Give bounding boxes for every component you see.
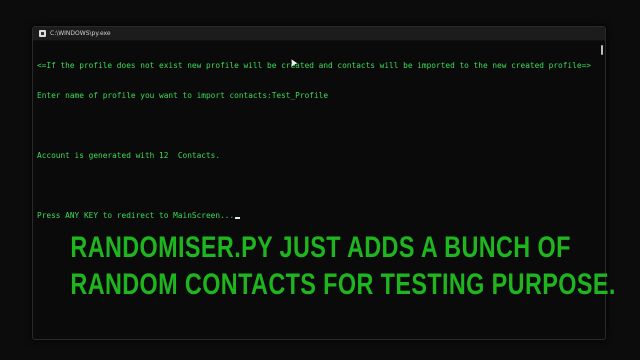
window-title: C:\WINDOWS\py.exe xyxy=(50,30,111,37)
console-line: Press ANY KEY to redirect to MainScreen.… xyxy=(37,211,235,220)
caption-line-2: RANDOM CONTACTS FOR TESTING PURPOSE. xyxy=(70,268,616,301)
caption-line-1: RANDOMISER.PY JUST ADDS A BUNCH OF xyxy=(70,231,571,264)
title-bar[interactable]: C:\WINDOWS\py.exe xyxy=(33,27,605,41)
console-app-icon xyxy=(39,30,46,37)
console-line: Enter name of profile you want to import… xyxy=(37,91,329,100)
console-line-prompt: Press ANY KEY to redirect to MainScreen.… xyxy=(37,211,595,221)
scrollbar-thumb[interactable] xyxy=(601,45,603,55)
console-line: Account is generated with 12 Contacts. xyxy=(37,151,221,160)
console-line: <=If the profile does not exist new prof… xyxy=(37,61,591,70)
text-cursor xyxy=(235,217,241,219)
